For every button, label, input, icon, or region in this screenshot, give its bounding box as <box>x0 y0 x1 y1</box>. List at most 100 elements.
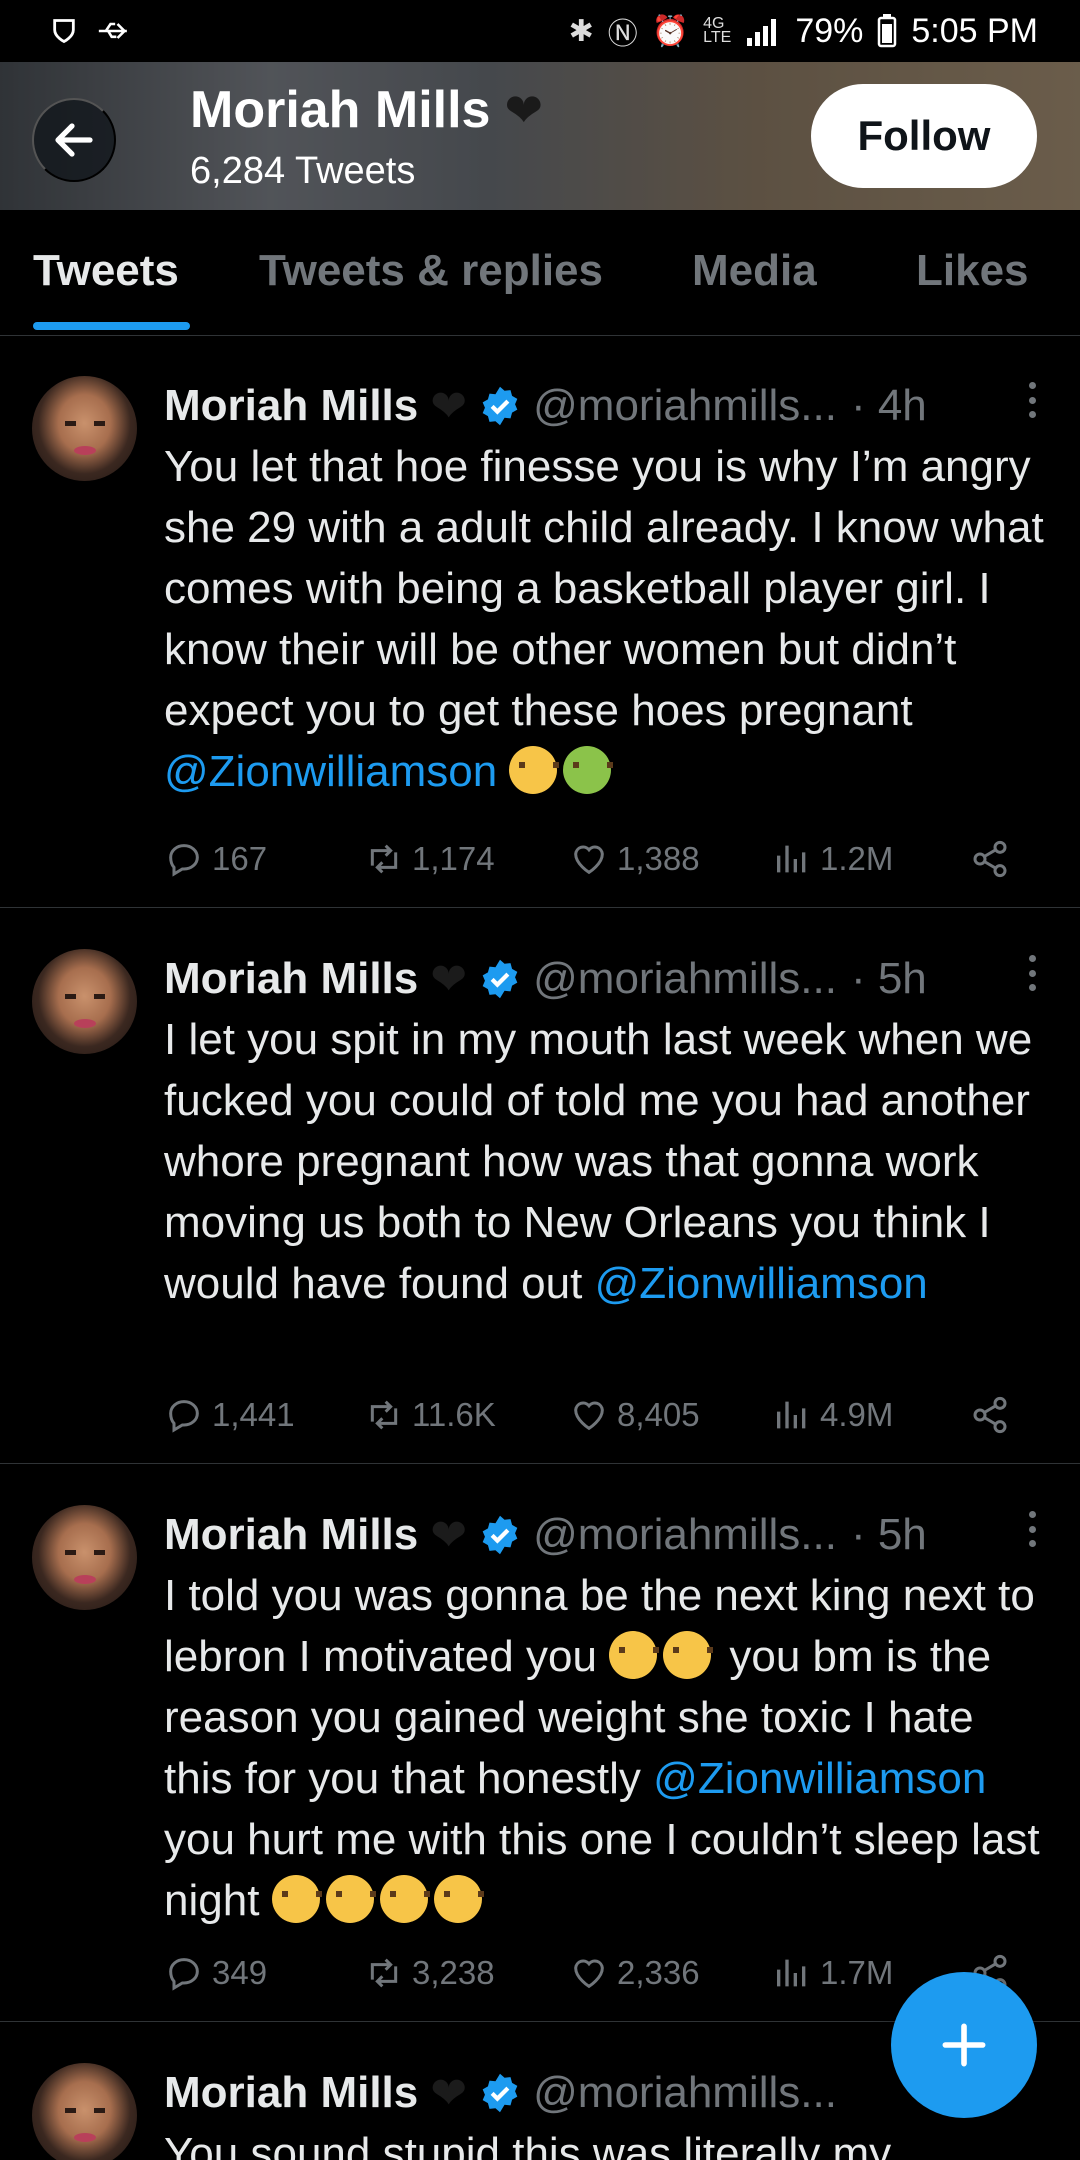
profile-header: Moriah Mills ❤ 6,284 Tweets Follow <box>0 62 1080 210</box>
share-icon <box>973 840 1007 878</box>
like-button[interactable]: 1,388 <box>569 834 700 884</box>
follow-button[interactable]: Follow <box>811 84 1037 188</box>
views-button[interactable]: 1.7M <box>772 1948 893 1998</box>
mention-link[interactable]: @Zionwilliamson <box>653 1754 986 1803</box>
network-icon: 4G LTE <box>703 15 732 46</box>
author-name[interactable]: Moriah Mills <box>164 954 418 1004</box>
status-bar: ✱ Ⓝ ⏰ 4G LTE 79% 5:05 PM <box>0 0 1080 62</box>
retweet-count: 11.6K <box>412 1396 496 1433</box>
mention-link[interactable]: @Zionwilliamson <box>164 747 497 796</box>
tweet-text: I told you was gonna be the next king ne… <box>164 1565 1054 1931</box>
tweet-actions: 1,441 11.6K 8,405 4.9M <box>164 1390 1040 1440</box>
verified-badge-icon <box>482 1515 518 1555</box>
tear-smile-emoji-icon <box>663 1631 714 1679</box>
tweet-text: I let you spit in my mouth last week whe… <box>164 1009 1054 1314</box>
view-count: 4.9M <box>820 1396 894 1433</box>
avatar[interactable] <box>32 2063 137 2160</box>
retweet-button[interactable]: 1,174 <box>364 834 495 884</box>
tweet-time[interactable]: · 5h <box>851 954 927 1004</box>
avatar[interactable] <box>32 376 137 481</box>
reply-button[interactable]: 167 <box>164 834 267 884</box>
signal-icon <box>747 19 777 46</box>
back-button[interactable] <box>32 98 116 182</box>
author-handle[interactable]: @moriahmills... <box>533 1510 837 1560</box>
reply-count: 1,441 <box>212 1396 295 1433</box>
like-count: 1,388 <box>617 840 700 877</box>
tweet-item[interactable]: Moriah Mills ❤ @moriahmills... · 5h I to… <box>0 1465 1080 2022</box>
battery-icon <box>878 14 897 48</box>
mention-link[interactable]: @Zionwilliamson <box>595 1259 928 1308</box>
tweet-header: Moriah Mills ❤ @moriahmills... · 5h <box>164 1505 1040 1565</box>
verified-badge-icon <box>482 2073 518 2113</box>
retweet-count: 1,174 <box>412 840 495 877</box>
tweet-time[interactable]: · 4h <box>851 381 927 431</box>
more-options-icon[interactable] <box>1026 955 1038 991</box>
more-options-icon[interactable] <box>1026 1511 1038 1547</box>
tear-smile-emoji-icon <box>433 1875 484 1923</box>
retweet-icon <box>370 844 398 874</box>
avatar[interactable] <box>32 949 137 1054</box>
author-name[interactable]: Moriah Mills <box>164 1510 418 1560</box>
profile-name: Moriah Mills ❤ <box>190 80 543 140</box>
more-options-icon[interactable] <box>1026 382 1038 418</box>
avatar[interactable] <box>32 1505 137 1610</box>
like-button[interactable]: 8,405 <box>569 1390 700 1440</box>
nauseated-face-emoji-icon <box>563 746 614 794</box>
compose-tweet-button[interactable] <box>891 1972 1037 2118</box>
tear-smile-emoji-icon <box>609 1631 660 1679</box>
view-count: 1.2M <box>820 840 894 877</box>
author-name[interactable]: Moriah Mills <box>164 2068 418 2118</box>
tear-smile-emoji-icon <box>379 1875 430 1923</box>
tweet-actions: 167 1,174 1,388 1.2M <box>164 834 1040 884</box>
profile-name-text: Moriah Mills <box>190 81 491 139</box>
views-chart-icon <box>777 1959 806 1987</box>
like-button[interactable]: 2,336 <box>569 1948 700 1998</box>
views-chart-icon <box>777 1401 806 1429</box>
views-button[interactable]: 4.9M <box>772 1390 893 1440</box>
views-chart-icon <box>777 845 806 873</box>
black-heart-icon: ❤ <box>430 381 468 431</box>
tab-media[interactable]: Media <box>692 246 817 296</box>
view-count: 1.7M <box>820 1954 894 1991</box>
author-handle[interactable]: @moriahmills... <box>533 2068 837 2118</box>
tweet-body: You let that hoe finesse you is why I’m … <box>164 442 1044 735</box>
views-button[interactable]: 1.2M <box>772 834 893 884</box>
tweet-header: Moriah Mills ❤ @moriahmills... · 4h <box>164 376 1040 436</box>
retweet-button[interactable]: 3,238 <box>364 1948 495 1998</box>
battery-percent: 79% <box>795 11 864 50</box>
retweet-icon <box>370 1958 398 1988</box>
active-tab-indicator <box>33 322 190 330</box>
reply-button[interactable]: 349 <box>164 1948 267 1998</box>
black-heart-icon: ❤ <box>430 2068 468 2118</box>
retweet-button[interactable]: 11.6K <box>364 1390 496 1440</box>
author-handle[interactable]: @moriahmills... <box>533 954 837 1004</box>
tweet-count: 6,284 Tweets <box>190 150 416 192</box>
tweet-item[interactable]: Moriah Mills ❤ @moriahmills... · 5h I le… <box>0 909 1080 1464</box>
usb-icon <box>98 22 127 39</box>
tear-smile-emoji-icon <box>509 746 560 794</box>
black-heart-icon: ❤ <box>430 954 468 1004</box>
tweet-actions: 349 3,238 2,336 1.7M <box>164 1948 1040 1998</box>
share-button[interactable] <box>970 834 1010 884</box>
shield-icon <box>53 19 75 44</box>
tweet-text: You sound stupid this was literally my <box>164 2123 1054 2160</box>
clock: 5:05 PM <box>911 11 1038 50</box>
tweet-time[interactable]: · 5h <box>851 1510 927 1560</box>
tab-tweets-and-replies[interactable]: Tweets & replies <box>259 246 603 296</box>
tear-smile-emoji-icon <box>325 1875 376 1923</box>
tweet-item[interactable]: Moriah Mills ❤ @moriahmills... · 4h You … <box>0 336 1080 908</box>
reply-icon <box>169 1400 199 1433</box>
tab-tweets[interactable]: Tweets <box>33 246 179 296</box>
tweet-body: You sound stupid this was literally my <box>164 2129 892 2160</box>
arrow-left-icon <box>55 123 93 157</box>
author-name[interactable]: Moriah Mills <box>164 381 418 431</box>
tear-smile-emoji-icon <box>271 1875 322 1923</box>
black-heart-icon: ❤ <box>504 84 544 136</box>
author-handle[interactable]: @moriahmills... <box>533 381 837 431</box>
reply-button[interactable]: 1,441 <box>164 1390 295 1440</box>
share-icon <box>973 1396 1007 1434</box>
profile-tabs: Tweets Tweets & replies Media Likes <box>0 210 1080 336</box>
tab-likes[interactable]: Likes <box>916 246 1029 296</box>
share-button[interactable] <box>970 1390 1010 1440</box>
reply-count: 349 <box>212 1954 268 1991</box>
